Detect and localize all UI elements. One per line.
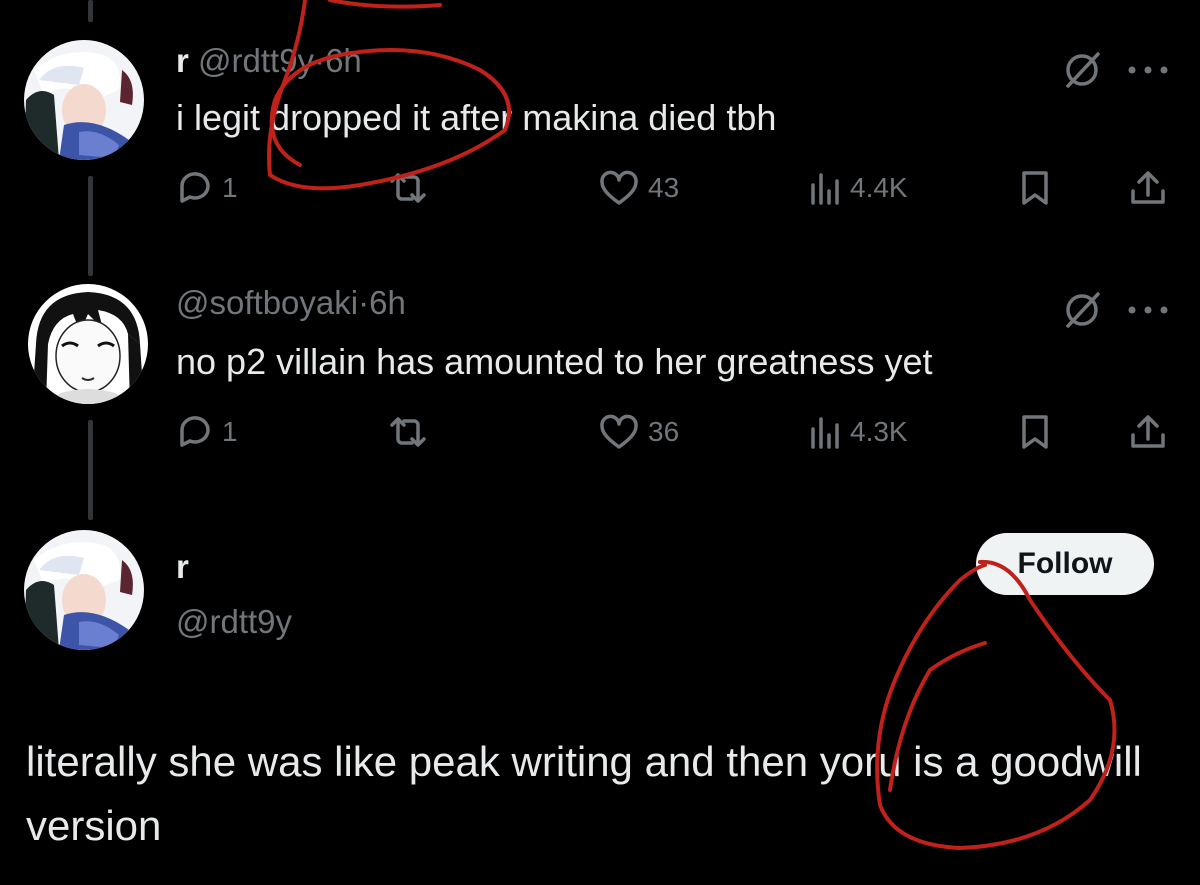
like-count: 43	[648, 172, 680, 203]
repost-button[interactable]	[386, 412, 438, 452]
post-text: literally she was like peak writing and …	[26, 738, 1142, 849]
reply-2-corner-actions	[1060, 288, 1170, 332]
heart-icon	[600, 414, 638, 449]
reply-button[interactable]: 1	[176, 412, 238, 452]
slashed-circle-icon[interactable]	[1060, 48, 1104, 92]
views-button[interactable]: 4.3K	[808, 412, 908, 452]
bookmark-button[interactable]	[1018, 168, 1052, 208]
share-arrow-icon	[1131, 171, 1165, 204]
reply-1-corner-actions	[1060, 48, 1170, 92]
speech-bubble-icon	[180, 416, 210, 447]
timestamp[interactable]: 6h	[369, 284, 406, 321]
heart-icon	[600, 170, 638, 205]
thread-line-low	[88, 420, 93, 520]
reply-1-header: r @rdtt9y·6h	[176, 41, 362, 81]
share-arrow-icon	[1131, 415, 1165, 448]
handle[interactable]: @rdtt9y	[176, 602, 292, 642]
like-count: 36	[648, 416, 680, 447]
reply-2-header: @softboyaki·6h	[176, 283, 406, 323]
reply-count: 1	[222, 416, 238, 447]
more-dots-icon[interactable]	[1126, 300, 1170, 320]
display-name[interactable]: r	[176, 548, 189, 585]
views-button[interactable]: 4.4K	[808, 168, 908, 208]
more-dots-icon[interactable]	[1126, 60, 1170, 80]
repost-arrows-icon	[390, 417, 426, 447]
avatar[interactable]	[28, 284, 148, 404]
separator: ·	[358, 284, 370, 321]
main-post-name: r	[176, 547, 189, 587]
avatar[interactable]	[24, 40, 144, 160]
bar-chart-icon	[811, 173, 839, 205]
view-count: 4.3K	[850, 416, 908, 447]
bookmark-button[interactable]	[1018, 412, 1052, 452]
thread-line-mid	[88, 176, 93, 276]
share-button[interactable]	[1128, 412, 1168, 452]
reply-button[interactable]: 1	[176, 168, 238, 208]
bar-chart-icon	[811, 417, 839, 449]
bookmark-icon	[1022, 171, 1048, 205]
avatar[interactable]	[24, 530, 144, 650]
repost-arrows-icon	[390, 173, 426, 203]
follow-button[interactable]: Follow	[976, 533, 1154, 595]
share-button[interactable]	[1128, 168, 1168, 208]
view-count: 4.4K	[850, 172, 908, 203]
separator: ·	[314, 42, 326, 79]
like-button[interactable]: 43	[598, 168, 679, 208]
like-button[interactable]: 36	[598, 412, 679, 452]
speech-bubble-icon	[180, 172, 210, 203]
tweet-text: i legit dropped it after makina died tbh	[176, 97, 777, 138]
handle[interactable]: @softboyaki	[176, 284, 358, 321]
bookmark-icon	[1022, 415, 1048, 449]
slashed-circle-icon[interactable]	[1060, 288, 1104, 332]
reply-count: 1	[222, 172, 238, 203]
reply-1-action-bar: 1 43 4.4K	[176, 168, 1170, 208]
thread-line-top	[88, 0, 93, 22]
tweet-text: no p2 villain has amounted to her greatn…	[176, 341, 933, 382]
display-name[interactable]: r	[176, 42, 189, 79]
timestamp[interactable]: 6h	[325, 42, 362, 79]
repost-button[interactable]	[386, 168, 438, 208]
handle[interactable]: @rdtt9y	[198, 42, 314, 79]
reply-2-action-bar: 1 36 4.3K	[176, 412, 1170, 452]
